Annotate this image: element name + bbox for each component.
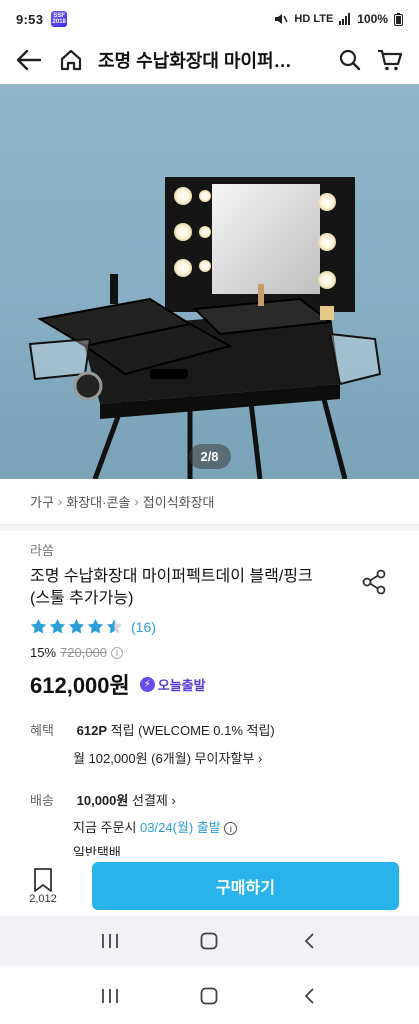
sale-price: 612,000원 bbox=[30, 673, 130, 698]
recent-apps-button[interactable] bbox=[95, 930, 125, 952]
info-icon[interactable]: i bbox=[224, 822, 238, 836]
cart-button[interactable] bbox=[373, 43, 407, 77]
delivery-badge-label: 오늘출발 bbox=[157, 677, 206, 693]
lightning-icon: ⚡ bbox=[139, 676, 155, 692]
original-price: 720,000 bbox=[60, 645, 108, 660]
search-button[interactable] bbox=[333, 43, 367, 77]
network-label: HD LTE bbox=[294, 13, 334, 25]
notification-app-icon: SSF 2018 bbox=[51, 11, 68, 27]
back-button[interactable] bbox=[12, 43, 46, 77]
app-header: 조명 수납화장대 마이퍼… bbox=[0, 38, 419, 82]
home-nav-button[interactable] bbox=[194, 930, 224, 952]
cart-icon bbox=[377, 49, 403, 71]
breadcrumb-item[interactable]: 가구 bbox=[30, 492, 54, 511]
star-full-icon bbox=[68, 618, 85, 634]
share-icon bbox=[362, 569, 386, 595]
status-indicators: HD LTE 100% bbox=[274, 12, 403, 26]
purchase-bar: 2,012 구매하기 bbox=[0, 856, 419, 916]
signal-icon bbox=[339, 13, 351, 25]
points-amount: 612P bbox=[76, 723, 107, 738]
brand-name[interactable]: 라쏨 bbox=[30, 540, 54, 559]
chevron-left-icon bbox=[304, 988, 314, 1004]
breadcrumb: 가구 › 화장대·콘솔 › 접이식화장대 bbox=[0, 479, 419, 525]
ship-date: 03/24(월) 출발 bbox=[140, 820, 221, 835]
wishlist-button[interactable]: 2,012 bbox=[24, 867, 62, 905]
shipping-fee: 10,000원 bbox=[76, 793, 129, 808]
breadcrumb-item[interactable]: 화장대·콘솔 bbox=[66, 492, 130, 511]
breadcrumb-item[interactable]: 접이식화장대 bbox=[143, 492, 215, 511]
home-nav-button[interactable] bbox=[194, 985, 224, 1007]
shipping-row[interactable]: 배송 10,000원 선결제 › bbox=[30, 790, 176, 809]
benefit-label: 혜택 bbox=[30, 723, 54, 738]
home-button[interactable] bbox=[54, 43, 88, 77]
recent-apps-button[interactable] bbox=[95, 985, 125, 1007]
mute-icon bbox=[275, 14, 289, 24]
battery-level: 100% bbox=[357, 12, 388, 26]
in-app-nav-bar bbox=[0, 916, 419, 966]
recent-apps-icon bbox=[101, 989, 118, 1003]
chevron-right-icon: › bbox=[257, 751, 263, 766]
points-text: 적립 (WELCOME 0.1% 적립) bbox=[110, 723, 275, 738]
system-nav-bar bbox=[0, 968, 419, 1024]
back-nav-button[interactable] bbox=[294, 985, 324, 1007]
chevron-right-icon: › bbox=[134, 494, 139, 509]
review-count[interactable]: (16) bbox=[131, 619, 156, 635]
installment-row[interactable]: 월 102,000원 (6개월) 무이자할부 › bbox=[73, 748, 262, 767]
star-full-icon bbox=[30, 618, 47, 634]
info-icon[interactable]: i bbox=[111, 646, 124, 659]
star-full-icon bbox=[87, 618, 104, 634]
page-title: 조명 수납화장대 마이퍼… bbox=[98, 51, 292, 71]
discount-row: 15% 720,000 i bbox=[30, 645, 124, 660]
home-square-icon bbox=[201, 932, 218, 950]
chevron-right-icon: › bbox=[171, 793, 176, 808]
recent-apps-icon bbox=[101, 934, 118, 948]
buy-button[interactable]: 구매하기 bbox=[92, 862, 399, 910]
chevron-right-icon: › bbox=[57, 494, 63, 509]
status-bar: 9:53 SSF 2018 HD LTE 100% bbox=[0, 0, 419, 38]
home-square-icon bbox=[201, 987, 218, 1005]
shipping-fee-text: 선결제 bbox=[131, 793, 168, 808]
star-half-icon bbox=[106, 618, 123, 634]
gallery-counter: 2/8 bbox=[188, 444, 231, 469]
product-name: 조명 수납화장대 마이퍼펙트데이 블랙/핑크 (스툴 추가가능) bbox=[30, 568, 313, 607]
wishlist-count: 2,012 bbox=[29, 893, 57, 905]
status-time: 9:53 bbox=[16, 11, 44, 27]
installment-text: 월 102,000원 (6개월) 무이자할부 bbox=[73, 751, 255, 766]
arrow-left-icon bbox=[16, 49, 42, 71]
product-rating[interactable]: (16) bbox=[30, 618, 156, 635]
battery-icon bbox=[394, 12, 403, 26]
back-nav-button[interactable] bbox=[294, 930, 324, 952]
shipping-label: 배송 bbox=[30, 793, 54, 808]
price-row: 612,000원 ⚡ 오늘출발 bbox=[30, 668, 206, 700]
section-divider bbox=[0, 525, 419, 531]
product-photo bbox=[28, 177, 382, 479]
star-full-icon bbox=[49, 618, 66, 634]
benefit-row: 혜택 612P 적립 (WELCOME 0.1% 적립) bbox=[30, 720, 275, 739]
product-image-gallery[interactable]: 2/8 bbox=[0, 84, 419, 479]
order-prefix: 지금 주문시 bbox=[73, 820, 137, 835]
share-button[interactable] bbox=[360, 568, 388, 596]
bookmark-icon bbox=[34, 868, 52, 892]
home-icon bbox=[60, 49, 82, 71]
shipping-method: 일반택배 bbox=[73, 845, 121, 856]
today-delivery-badge: ⚡ 오늘출발 bbox=[139, 675, 206, 694]
shipping-date-row: 지금 주문시 03/24(월) 출발 i bbox=[73, 817, 238, 836]
chevron-left-icon bbox=[304, 933, 314, 949]
search-icon bbox=[339, 49, 361, 71]
discount-rate: 15% bbox=[30, 645, 57, 660]
